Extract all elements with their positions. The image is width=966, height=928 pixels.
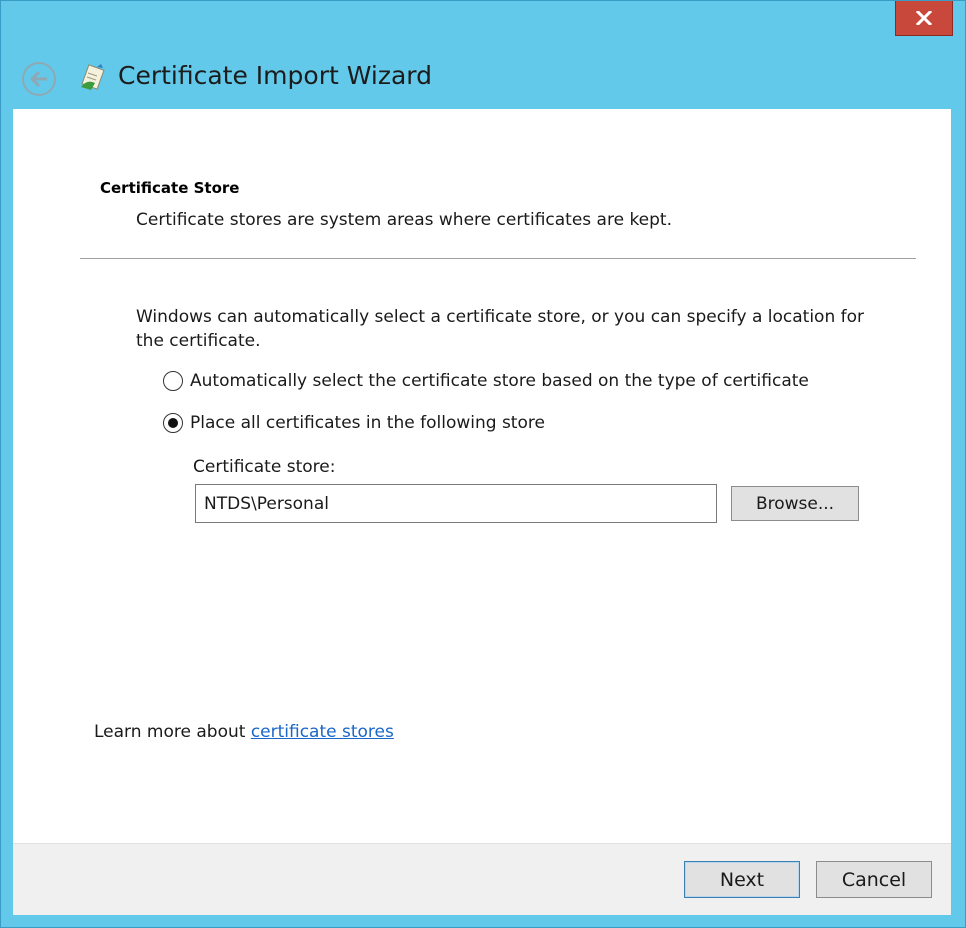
- wizard-footer: Next Cancel: [13, 843, 951, 915]
- next-button[interactable]: Next: [684, 861, 800, 898]
- radio-place-in-store[interactable]: Place all certificates in the following …: [163, 413, 545, 433]
- close-icon: [916, 11, 932, 25]
- radio-selected-dot: [168, 418, 178, 428]
- learn-more-text: Learn more about certificate stores: [94, 722, 394, 742]
- radio-button[interactable]: [163, 371, 183, 391]
- header-divider: [80, 258, 916, 259]
- wizard-content: Certificate Store Certificate stores are…: [13, 109, 951, 843]
- back-arrow-icon: [30, 70, 47, 88]
- radio-auto-select[interactable]: Automatically select the certificate sto…: [163, 371, 809, 391]
- radio-button[interactable]: [163, 413, 183, 433]
- radio-label: Place all certificates in the following …: [190, 413, 545, 433]
- browse-button[interactable]: Browse...: [731, 486, 859, 521]
- window-title: Certificate Import Wizard: [118, 61, 432, 90]
- certificate-stores-link[interactable]: certificate stores: [251, 722, 394, 742]
- section-header: Certificate Store: [100, 179, 240, 197]
- back-button[interactable]: [22, 62, 56, 96]
- radio-label: Automatically select the certificate sto…: [190, 371, 809, 391]
- section-description: Certificate stores are system areas wher…: [136, 210, 673, 230]
- certificate-wizard-icon: [81, 64, 105, 90]
- close-button[interactable]: [895, 1, 953, 36]
- certificate-store-label: Certificate store:: [193, 457, 336, 477]
- cancel-button[interactable]: Cancel: [816, 861, 932, 898]
- intro-text: Windows can automatically select a certi…: [136, 307, 865, 351]
- learn-more-prefix: Learn more about: [94, 722, 251, 742]
- wizard-window: Certificate Import Wizard Certificate St…: [0, 0, 966, 928]
- certificate-store-input[interactable]: [195, 484, 717, 523]
